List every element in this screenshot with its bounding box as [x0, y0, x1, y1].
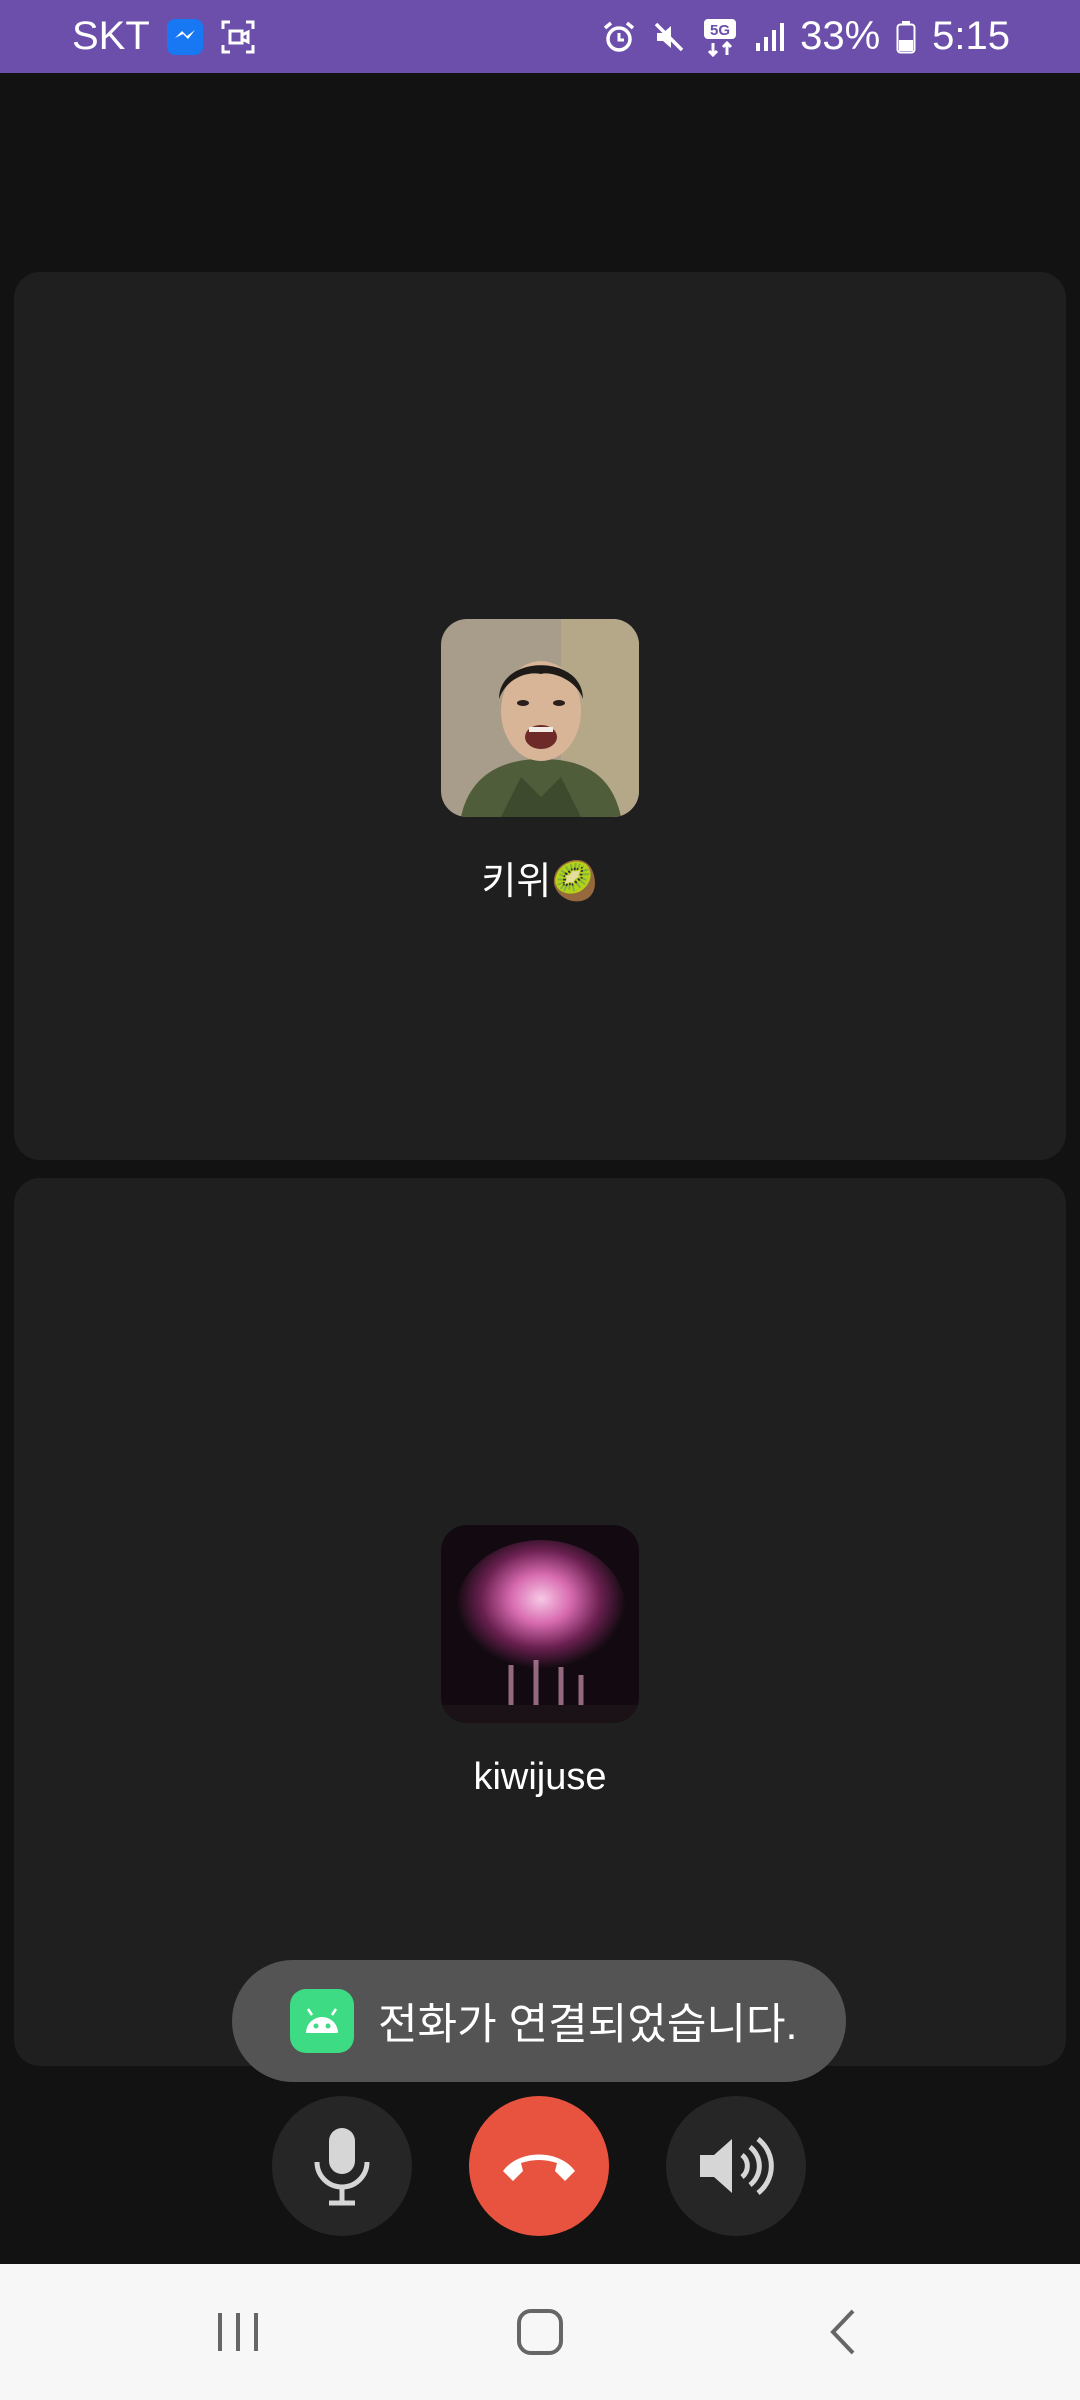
home-icon — [517, 2309, 563, 2355]
mute-mic-button[interactable] — [272, 2096, 412, 2236]
network-type-icon: 5G — [702, 17, 738, 57]
participant-avatar-fireworks — [441, 1525, 639, 1723]
mute-icon — [652, 20, 686, 54]
mic-icon — [314, 2128, 370, 2206]
participant-tile[interactable]: 키위🥝 — [14, 272, 1066, 1160]
recent-apps-button[interactable] — [158, 2264, 318, 2400]
carrier-label: SKT — [72, 14, 150, 58]
status-bar: SKT 5G 33% 5:15 — [0, 0, 1080, 73]
battery-icon — [896, 20, 916, 54]
participant-name: kiwijuse — [473, 1756, 607, 1798]
participant-avatar-photo — [441, 619, 639, 817]
android-icon — [290, 1989, 354, 2053]
battery-percent: 33% — [800, 14, 881, 58]
alarm-icon — [602, 20, 636, 54]
messenger-notification-icon — [166, 18, 204, 56]
navigation-bar — [0, 2264, 1080, 2400]
back-button[interactable] — [763, 2264, 923, 2400]
home-button[interactable] — [460, 2264, 620, 2400]
toast-message: 전화가 연결되었습니다. — [232, 1960, 846, 2082]
screen-record-icon — [220, 19, 256, 55]
signal-icon — [754, 21, 785, 53]
end-call-button[interactable] — [469, 2096, 609, 2236]
back-icon — [830, 2309, 855, 2355]
recent-apps-icon — [218, 2313, 258, 2351]
toast-text: 전화가 연결되었습니다. — [378, 2001, 798, 2049]
clock: 5:15 — [932, 14, 1010, 58]
speaker-button[interactable] — [666, 2096, 806, 2236]
participant-tile[interactable]: kiwijuse — [14, 1178, 1066, 2066]
end-call-icon — [503, 2154, 575, 2181]
speaker-icon — [700, 2137, 774, 2195]
participant-name: 키위🥝 — [481, 861, 599, 903]
network-type-label: 5G — [710, 22, 730, 39]
